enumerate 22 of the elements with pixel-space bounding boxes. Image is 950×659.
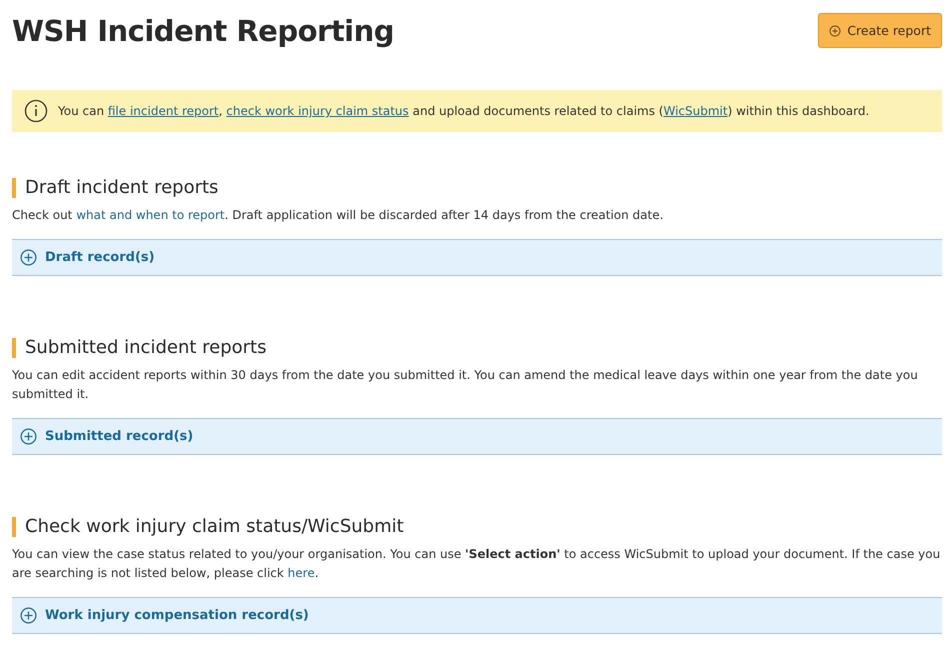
section-heading: Check work injury claim status/WicSubmit <box>12 517 942 537</box>
info-icon <box>24 99 48 123</box>
text-link[interactable]: here <box>288 566 315 580</box>
plus-circle-icon <box>829 24 842 36</box>
info-link[interactable]: WicSubmit <box>663 104 728 118</box>
info-link[interactable]: check work injury claim status <box>226 104 409 118</box>
create-report-button[interactable]: Create report <box>818 13 942 48</box>
text-link[interactable]: what and when to report <box>76 208 225 222</box>
section-description: You can edit accident reports within 30 days from the date you submitted it. You can amend the medical leave days within one year from the date you submitted it. <box>12 367 919 403</box>
plus-circle-icon <box>20 249 37 266</box>
section-heading: Draft incident reports <box>12 178 942 198</box>
section-description: You can view the case status related to you/your organisation. You can use 'Select action' to access WicSubmit to upload your document. If the case you are searching is not listed below, please click here. <box>12 546 942 582</box>
plus-circle-icon <box>20 607 37 624</box>
accordion-header[interactable]: Work injury compensation record(s) <box>12 597 942 634</box>
section-heading: Submitted incident reports <box>12 338 942 358</box>
accordion-header[interactable]: Draft record(s) <box>12 239 942 276</box>
accordion-header[interactable]: Submitted record(s) <box>12 418 942 455</box>
info-message: You can file incident report, check work injury claim status and upload documents related to claims (WicSubmit) within this dashboard. <box>58 104 870 118</box>
page-title: WSH Incident Reporting <box>12 14 394 48</box>
plus-circle-icon <box>20 428 37 445</box>
section-description: Check out what and when to report. Draft application will be discarded after 14 days from the creation date. <box>12 207 664 224</box>
info-link[interactable]: file incident report <box>108 104 219 118</box>
